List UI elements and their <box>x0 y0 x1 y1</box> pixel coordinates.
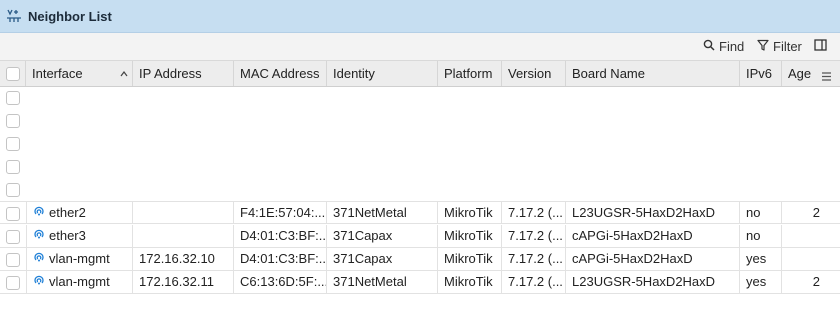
cell-identity: 371Capax <box>327 225 438 247</box>
cell-ipv6: no <box>740 202 782 224</box>
wireless-signal-icon <box>33 225 49 247</box>
column-menu-icon[interactable] <box>822 69 831 84</box>
table-row[interactable]: vlan-mgmt 172.16.32.11 C6:13:6D:5F:... 3… <box>0 271 840 294</box>
wireless-signal-icon <box>33 271 49 293</box>
select-all-cell <box>0 61 26 86</box>
cell-identity: 371NetMetal <box>327 202 438 224</box>
window-title: Neighbor List <box>28 8 112 24</box>
cell-identity: 371Capax <box>327 248 438 270</box>
cell-ipv6: yes <box>740 248 782 270</box>
row-checkbox[interactable] <box>6 114 20 128</box>
table-row[interactable]: ether2 F4:1E:57:04:... 371NetMetal Mikro… <box>0 201 840 224</box>
table-header: Interface IP Address MAC Address Identit… <box>0 60 840 87</box>
toolbar: Find Filter <box>0 33 840 60</box>
cell-board-name: L23UGSR-5HaxD2HaxD <box>566 271 740 293</box>
column-header-board-name[interactable]: Board Name <box>566 61 740 86</box>
cell-interface: vlan-mgmt <box>26 248 133 270</box>
empty-row <box>0 109 25 132</box>
cell-board-name: cAPGi-5HaxD2HaxD <box>566 225 740 247</box>
cell-ip-address: 172.16.32.11 <box>133 271 234 293</box>
cell-version: 7.17.2 (... <box>502 225 566 247</box>
empty-row <box>0 86 25 109</box>
find-button[interactable]: Find <box>703 38 744 55</box>
table-row[interactable]: ether3 D4:01:C3:BF:... 371Capax MikroTik… <box>0 225 840 248</box>
cell-board-name: L23UGSR-5HaxD2HaxD <box>566 202 740 224</box>
cell-mac-address: C6:13:6D:5F:... <box>234 271 327 293</box>
empty-row <box>0 132 25 155</box>
sort-ascending-icon <box>120 61 128 86</box>
cell-interface: vlan-mgmt <box>26 271 133 293</box>
find-label: Find <box>719 39 745 54</box>
cell-version: 7.17.2 (... <box>502 248 566 270</box>
empty-row <box>0 178 25 201</box>
cell-ip-address <box>133 225 234 247</box>
row-checkbox[interactable] <box>6 207 20 221</box>
column-header-mac-address[interactable]: MAC Address <box>234 61 327 86</box>
cell-board-name: cAPGi-5HaxD2HaxD <box>566 248 740 270</box>
row-checkbox[interactable] <box>6 183 20 197</box>
empty-row <box>0 155 25 178</box>
filter-icon <box>757 39 773 54</box>
cell-ip-address <box>133 202 234 224</box>
row-checkbox[interactable] <box>6 137 20 151</box>
filter-label: Filter <box>773 39 802 54</box>
row-checkbox[interactable] <box>6 253 20 267</box>
side-panel-icon <box>814 39 831 54</box>
cell-age: 2 <box>812 205 820 220</box>
network-neighbor-icon <box>6 8 22 24</box>
cell-mac-address: D4:01:C3:BF:... <box>234 248 327 270</box>
column-header-identity[interactable]: Identity <box>327 61 438 86</box>
column-header-ipv6[interactable]: IPv6 <box>740 61 782 86</box>
cell-platform: MikroTik <box>438 225 502 247</box>
cell-interface: ether3 <box>26 225 133 247</box>
column-header-age[interactable]: Age <box>782 61 818 86</box>
cell-version: 7.17.2 (... <box>502 202 566 224</box>
cell-version: 7.17.2 (... <box>502 271 566 293</box>
select-all-checkbox[interactable] <box>6 67 20 81</box>
cell-ipv6: yes <box>740 271 782 293</box>
row-checkbox[interactable] <box>6 230 20 244</box>
cell-platform: MikroTik <box>438 271 502 293</box>
cell-identity: 371NetMetal <box>327 271 438 293</box>
filter-button[interactable]: Filter <box>757 38 802 55</box>
window-titlebar: Neighbor List <box>0 0 840 33</box>
cell-ip-address: 172.16.32.10 <box>133 248 234 270</box>
cell-platform: MikroTik <box>438 202 502 224</box>
row-checkbox[interactable] <box>6 160 20 174</box>
cell-ipv6: no <box>740 225 782 247</box>
column-header-ip-address[interactable]: IP Address <box>133 61 234 86</box>
cell-mac-address: F4:1E:57:04:... <box>234 202 327 224</box>
wireless-signal-icon <box>33 248 49 270</box>
cell-age <box>782 225 822 247</box>
wireless-signal-icon <box>33 202 49 224</box>
column-header-interface[interactable]: Interface <box>26 61 133 86</box>
search-icon <box>703 39 719 54</box>
table-row[interactable]: vlan-mgmt 172.16.32.10 D4:01:C3:BF:... 3… <box>0 248 840 271</box>
column-header-platform[interactable]: Platform <box>438 61 502 86</box>
column-header-version[interactable]: Version <box>502 61 566 86</box>
panel-toggle-button[interactable] <box>814 38 831 55</box>
cell-age <box>782 248 822 270</box>
cell-interface: ether2 <box>26 202 133 224</box>
cell-mac-address: D4:01:C3:BF:... <box>234 225 327 247</box>
cell-platform: MikroTik <box>438 248 502 270</box>
cell-age: 2 <box>812 274 820 289</box>
row-checkbox[interactable] <box>6 276 20 290</box>
row-checkbox[interactable] <box>6 91 20 105</box>
